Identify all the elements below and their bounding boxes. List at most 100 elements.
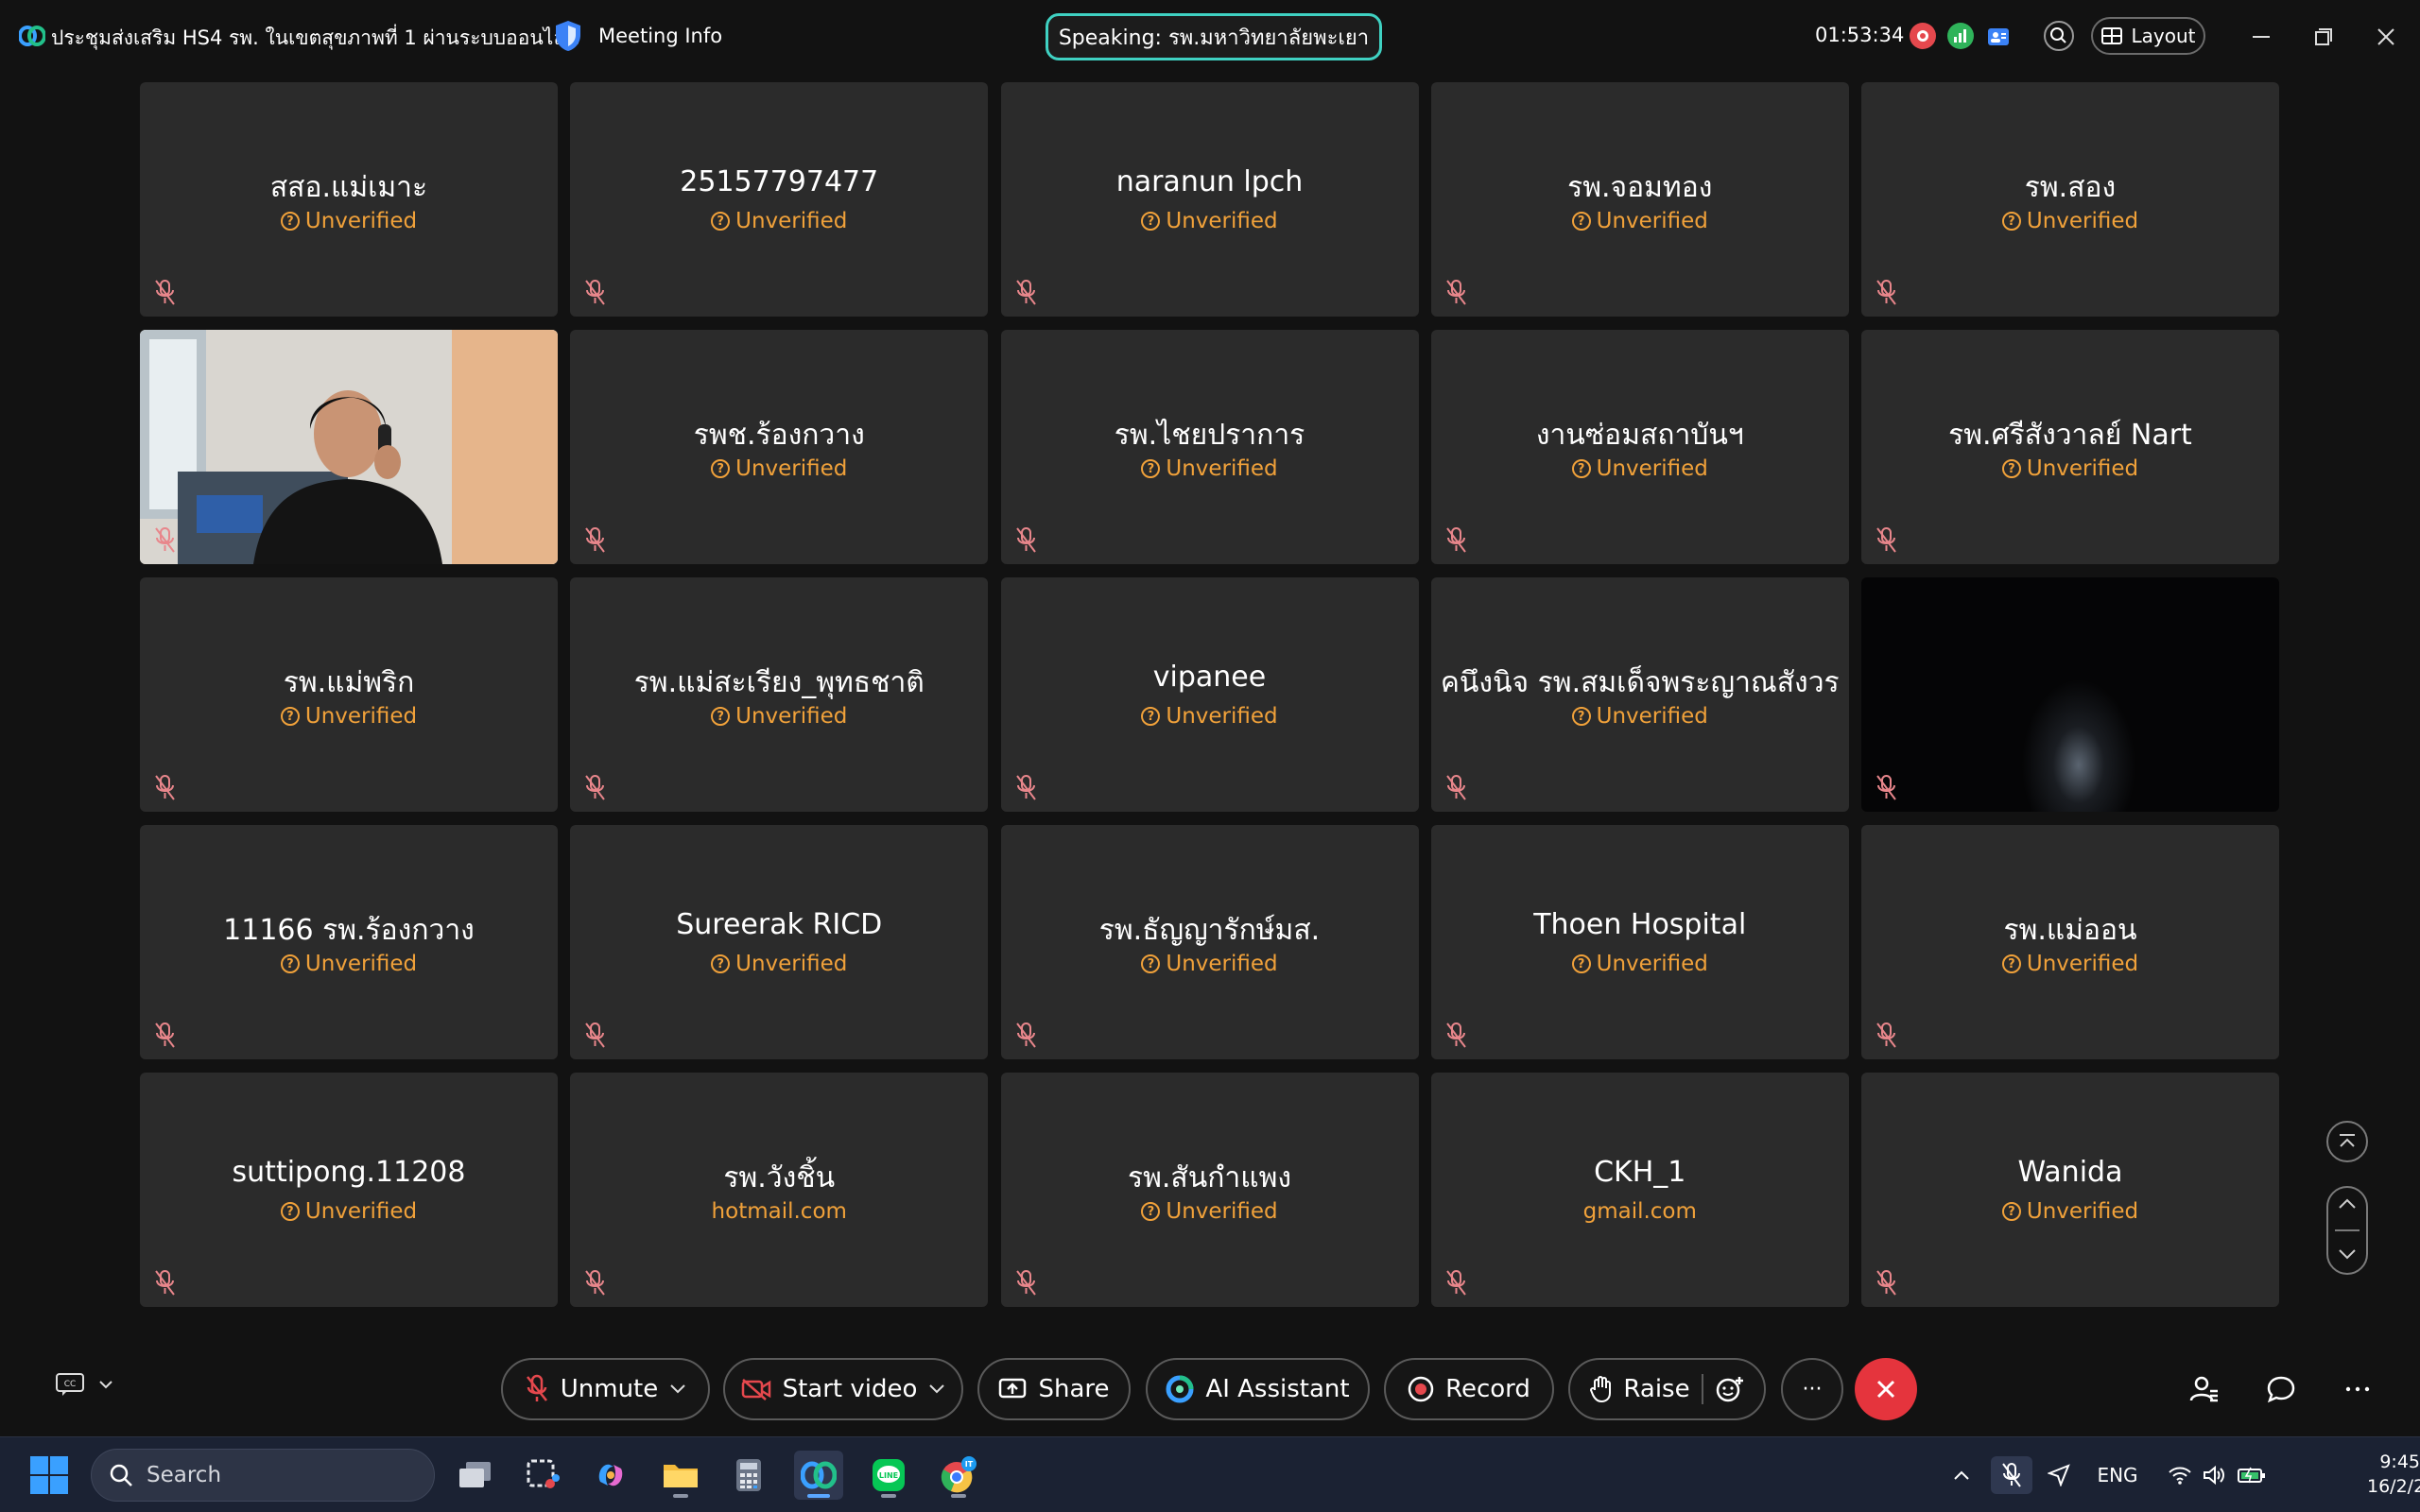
participant-tile[interactable]: Thoen Hospital? Unverified [1430,825,1849,1059]
webex-taskbar-icon[interactable] [794,1451,843,1500]
scroll-up-button[interactable] [2337,1195,2358,1213]
leave-meeting-button[interactable] [1855,1358,1917,1420]
location-icon[interactable] [2042,1456,2076,1494]
scroll-to-top-button[interactable] [2326,1121,2368,1162]
participant-tile[interactable]: suttipong.11208? Unverified [140,1073,558,1307]
participant-name: Wanida [2017,1156,2123,1189]
reactions-icon[interactable] [1715,1375,1745,1403]
participant-tile[interactable]: รพ.ไชยปราการ? Unverified [1000,330,1419,564]
unverified-icon: ? [280,954,300,973]
participants-button[interactable] [2186,1370,2223,1408]
line-app-icon[interactable]: LINE [864,1451,913,1500]
participant-tile[interactable] [1861,577,2279,812]
participant-tile[interactable]: งานซ่อมสถาบันฯ? Unverified [1430,330,1849,564]
tray-overflow-chevron-icon[interactable] [1947,1456,1976,1494]
restore-button[interactable] [2305,19,2342,55]
more-options-button[interactable]: ··· [1781,1358,1843,1420]
close-window-button[interactable] [2367,19,2405,55]
participant-tile[interactable]: vipanee? Unverified [1000,577,1419,812]
record-button[interactable]: Record [1384,1358,1554,1420]
participant-tile[interactable]: รพช.ร้องกวาง? Unverified [570,330,989,564]
zoom-icon[interactable] [2040,17,2078,55]
participant-tile[interactable]: รพ.วังชิ้น hotmail.com [570,1073,989,1307]
participant-tile[interactable]: รพ.ศรีสังวาลย์ Nart? Unverified [1861,330,2279,564]
input-language-indicator[interactable]: ENG [2089,1456,2146,1494]
video-off-icon [741,1379,770,1400]
unverified-icon: ? [280,212,300,231]
closed-captions-icon: CC [56,1373,84,1396]
mic-muted-icon [1014,1269,1039,1297]
participant-tile[interactable] [140,330,558,564]
participant-tile[interactable]: รพ.แม่พริก? Unverified [140,577,558,812]
close-icon [1876,1380,1895,1399]
participants-panel-icon[interactable] [1979,17,2017,55]
unverified-icon: ? [1571,212,1591,231]
mic-in-use-icon[interactable] [1991,1456,2032,1494]
unmute-button[interactable]: Unmute [501,1358,710,1420]
participant-tile[interactable]: Sureerak RICD? Unverified [570,825,989,1059]
participant-name: รพ.จอมทอง [1567,171,1713,204]
participants-icon [2189,1376,2218,1402]
meeting-title: ประชุมส่งเสริม HS4 รพ. ในเขตสุขภาพที่ 1 … [51,26,579,49]
participant-tile[interactable]: รพ.ธัญญารักษ์มส.? Unverified [1000,825,1419,1059]
mic-muted-icon [1444,526,1469,555]
chat-button[interactable] [2262,1370,2300,1408]
participant-tile[interactable]: รพ.แม่สะเรียง_พุทธชาติ? Unverified [570,577,989,812]
snipping-tool-icon[interactable] [518,1451,567,1500]
unverified-icon: ? [1141,212,1161,231]
start-video-button[interactable]: Start video [723,1358,963,1420]
volume-icon[interactable] [2199,1456,2229,1494]
participant-verification-status: ? Unverified [1431,209,1849,233]
svg-text:LINE: LINE [879,1471,898,1480]
share-label: Share [1038,1375,1110,1403]
participant-tile[interactable]: รพ.แม่ออน? Unverified [1861,825,2279,1059]
scroll-down-button[interactable] [2337,1247,2358,1265]
status-label: Unverified [304,209,418,233]
captions-button[interactable]: CC [55,1372,113,1397]
network-health-icon[interactable] [1947,23,1974,49]
chrome-icon[interactable]: IT [934,1451,983,1500]
participant-tile[interactable]: naranun lpch? Unverified [1000,82,1419,317]
participant-tile[interactable]: รพ.จอมทอง ? Unverified [1430,82,1849,317]
participant-grid: สสอ.แม่เมาะ? Unverified 25157797477? Unveri… [140,82,2279,1307]
more-panels-button[interactable] [2339,1370,2377,1408]
meeting-info-button[interactable]: Meeting Info [598,25,722,47]
participant-tile[interactable]: สสอ.แม่เมาะ? Unverified [140,82,558,317]
layout-button[interactable]: Layout [2091,17,2205,55]
participant-verification-status: ? Unverified [1001,952,1419,976]
wifi-icon[interactable] [2165,1456,2195,1494]
participant-tile[interactable]: รพ.สอง? Unverified [1861,82,2279,317]
mic-muted-icon [1014,526,1039,555]
participant-tile[interactable]: CKH_1 gmail.com [1430,1073,1849,1307]
task-view-icon[interactable] [450,1451,499,1500]
ai-assistant-button[interactable]: AI Assistant [1146,1358,1370,1420]
copilot-icon[interactable] [586,1451,635,1500]
participant-tile[interactable]: 25157797477? Unverified [570,82,989,317]
participant-tile[interactable]: Wanida? Unverified [1861,1073,2279,1307]
share-button[interactable]: Share [977,1358,1131,1420]
system-clock[interactable]: 9:45 16/2/2569 [2367,1450,2420,1499]
participant-tile[interactable]: คนึงนิจ รพ.สมเด็จพระญาณสังวร? Unverified [1430,577,1849,812]
raise-hand-button[interactable]: Raise [1589,1375,1690,1403]
calculator-icon[interactable] [724,1451,773,1500]
status-label: Unverified [1166,952,1278,976]
battery-charging-icon[interactable] [2235,1456,2269,1494]
clock-date: 16/2/2569 [2367,1476,2420,1497]
minimize-button[interactable] [2242,19,2280,55]
participant-verification-status: ? Unverified [1001,1199,1419,1224]
chevron-down-icon[interactable] [669,1383,686,1395]
participant-verification-status: ? Unverified [140,952,558,976]
taskbar-search[interactable]: Search [91,1449,435,1502]
file-explorer-icon[interactable] [656,1451,705,1500]
record-icon [1408,1376,1434,1402]
participant-tile[interactable]: 11166 รพ.ร้องกวาง? Unverified [140,825,558,1059]
recording-indicator-icon[interactable] [1910,23,1936,49]
start-button[interactable] [30,1456,68,1494]
participant-tile[interactable]: รพ.สันกำแพง? Unverified [1000,1073,1419,1307]
shield-icon[interactable] [554,20,582,52]
chevron-down-icon[interactable] [928,1383,945,1395]
ai-assistant-icon [1166,1375,1194,1403]
participant-verification-status: ? Unverified [140,1199,558,1224]
status-label: Unverified [304,1199,418,1224]
mic-muted-icon [153,1022,178,1050]
